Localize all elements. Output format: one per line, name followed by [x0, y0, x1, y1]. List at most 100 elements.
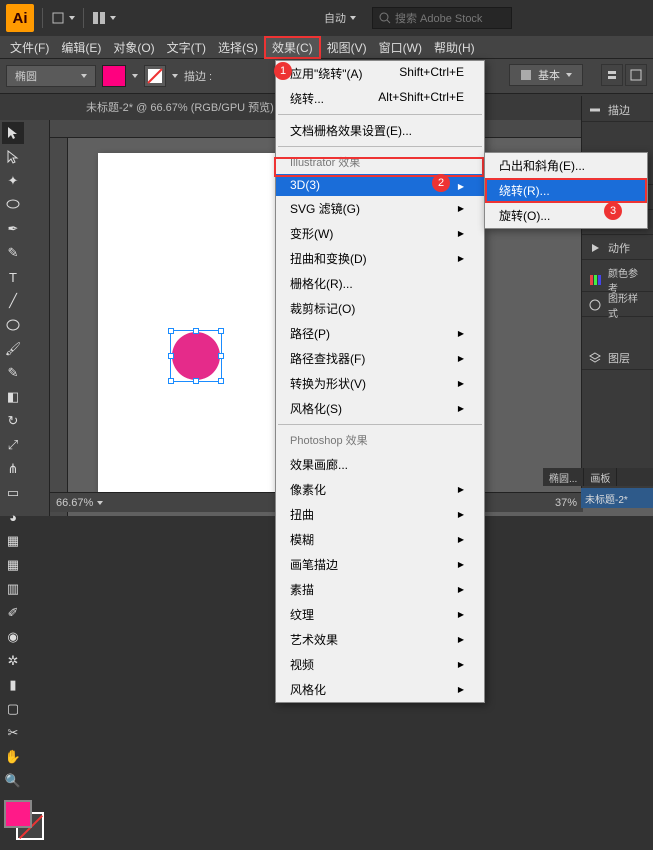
menu-apply-last[interactable]: 应用"绕转"(A)Shift+Ctrl+E — [276, 61, 484, 86]
zoom-dropdown-icon[interactable] — [97, 501, 103, 505]
shape-builder-tool[interactable]: ◕ — [2, 506, 24, 528]
arrange-dropdown[interactable] — [92, 11, 116, 25]
eyedropper-tool[interactable]: ✐ — [2, 602, 24, 624]
align-dropdown[interactable] — [601, 64, 623, 86]
eraser-tool[interactable]: ◧ — [2, 386, 24, 408]
mini-doc-tab[interactable]: 未标题-2* — [581, 488, 653, 508]
blend-tool[interactable]: ◉ — [2, 626, 24, 648]
ruler-vertical — [50, 138, 68, 516]
panel-stroke[interactable]: 描边 — [582, 98, 653, 122]
fill-dropdown-icon[interactable] — [132, 74, 138, 78]
symbol-sprayer-tool[interactable]: ✲ — [2, 650, 24, 672]
submenu-revolve[interactable]: 绕转(R)... — [485, 178, 647, 203]
menu-last-settings[interactable]: 绕转...Alt+Shift+Ctrl+E — [276, 86, 484, 111]
shape-name-dropdown[interactable]: 椭圆 — [6, 65, 96, 87]
menu-blur[interactable]: 模糊 — [276, 527, 484, 552]
menu-3d[interactable]: 3D(3) — [276, 174, 484, 196]
slice-tool[interactable]: ✂ — [2, 722, 24, 744]
mesh-tool[interactable]: ▦ — [2, 554, 24, 576]
rotate-tool[interactable]: ↻ — [2, 410, 24, 432]
menu-path[interactable]: 路径(P) — [276, 321, 484, 346]
menu-bar: 文件(F) 编辑(E) 对象(O) 文字(T) 选择(S) 效果(C) 视图(V… — [0, 36, 653, 58]
pen-tool[interactable]: ✒ — [2, 218, 24, 240]
menu-artistic[interactable]: 艺术效果 — [276, 627, 484, 652]
menu-stylize-ps[interactable]: 风格化 — [276, 677, 484, 702]
menu-pathfinder[interactable]: 路径查找器(F) — [276, 346, 484, 371]
menu-warp[interactable]: 变形(W) — [276, 221, 484, 246]
menu-select[interactable]: 选择(S) — [212, 36, 264, 59]
type-tool[interactable]: T — [2, 266, 24, 288]
gpu-auto-dropdown[interactable]: 自动 — [324, 10, 356, 26]
panel-layers[interactable]: 图层 — [582, 346, 653, 370]
menu-stylize[interactable]: 风格化(S) — [276, 396, 484, 421]
free-transform-tool[interactable]: ▭ — [2, 482, 24, 504]
menu-effect-gallery[interactable]: 效果画廊... — [276, 452, 484, 477]
handle-mr[interactable] — [218, 353, 224, 359]
hand-tool[interactable]: ✋ — [2, 746, 24, 768]
handle-tc[interactable] — [193, 328, 199, 334]
menu-edit[interactable]: 编辑(E) — [55, 36, 107, 59]
stroke-swatch[interactable] — [144, 65, 166, 87]
document-tab[interactable]: 未标题-2* @ 66.67% (RGB/GPU 预览) — [86, 99, 274, 115]
menu-distort[interactable]: 扭曲和变换(D) — [276, 246, 484, 271]
menu-help[interactable]: 帮助(H) — [428, 36, 481, 59]
magic-wand-tool[interactable]: ✦ — [2, 170, 24, 192]
shaper-tool[interactable]: ✎ — [2, 362, 24, 384]
fill-swatch[interactable] — [102, 65, 126, 87]
handle-tl[interactable] — [168, 328, 174, 334]
menu-brush-strokes[interactable]: 画笔描边 — [276, 552, 484, 577]
paintbrush-tool[interactable]: 🖌 — [2, 338, 24, 360]
selection-tool[interactable] — [2, 122, 24, 144]
panel-tab-shape[interactable]: 椭圆... — [543, 468, 584, 486]
menu-pixelate[interactable]: 像素化 — [276, 477, 484, 502]
graphic-style-dropdown[interactable]: 基本 — [509, 64, 583, 86]
lasso-tool[interactable] — [2, 194, 24, 216]
handle-bl[interactable] — [168, 378, 174, 384]
menu-video[interactable]: 视频 — [276, 652, 484, 677]
perspective-tool[interactable]: ▦ — [2, 530, 24, 552]
annotation-badge-1: 1 — [274, 62, 292, 80]
menu-crop-marks[interactable]: 裁剪标记(O) — [276, 296, 484, 321]
stock-search[interactable]: 搜索 Adobe Stock — [372, 7, 512, 29]
submenu-rotate[interactable]: 旋转(O)... — [485, 203, 647, 228]
workspace-dropdown[interactable] — [51, 11, 75, 25]
menu-window[interactable]: 窗口(W) — [373, 36, 428, 59]
submenu-extrude[interactable]: 凸出和斜角(E)... — [485, 153, 647, 178]
stroke-dropdown-icon[interactable] — [172, 74, 178, 78]
transform-dropdown[interactable] — [625, 64, 647, 86]
handle-br[interactable] — [218, 378, 224, 384]
menu-effect[interactable]: 效果(C) — [264, 36, 321, 59]
direct-selection-tool[interactable] — [2, 146, 24, 168]
fill-color[interactable] — [4, 800, 32, 828]
menu-convert-shape[interactable]: 转换为形状(V) — [276, 371, 484, 396]
zoom-level[interactable]: 66.67% — [56, 497, 93, 509]
handle-ml[interactable] — [168, 353, 174, 359]
ellipse-tool[interactable] — [2, 314, 24, 336]
curvature-tool[interactable]: ✎ — [2, 242, 24, 264]
artboard-tool[interactable]: ▢ — [2, 698, 24, 720]
menu-distort-ps[interactable]: 扭曲 — [276, 502, 484, 527]
column-graph-tool[interactable]: ▮ — [2, 674, 24, 696]
handle-bc[interactable] — [193, 378, 199, 384]
menu-view[interactable]: 视图(V) — [321, 36, 373, 59]
menu-rasterize[interactable]: 栅格化(R)... — [276, 271, 484, 296]
menu-object[interactable]: 对象(O) — [107, 36, 160, 59]
panel-color-guide[interactable]: 颜色参考 — [582, 268, 653, 292]
menu-svg-filter[interactable]: SVG 滤镜(G) — [276, 196, 484, 221]
gradient-tool[interactable]: ▥ — [2, 578, 24, 600]
menu-texture[interactable]: 纹理 — [276, 602, 484, 627]
fill-stroke-control[interactable] — [2, 800, 47, 850]
selected-ellipse[interactable] — [166, 326, 226, 386]
zoom-tool[interactable]: 🔍 — [2, 770, 24, 792]
menu-doc-raster[interactable]: 文档栅格效果设置(E)... — [276, 118, 484, 143]
panel-tab-artboard[interactable]: 画板 — [584, 468, 617, 486]
scale-tool[interactable]: ⤢ — [2, 434, 24, 456]
menu-sketch[interactable]: 素描 — [276, 577, 484, 602]
panel-graphic-styles[interactable]: 图形样式 — [582, 293, 653, 317]
menu-type[interactable]: 文字(T) — [161, 36, 212, 59]
width-tool[interactable]: ⋔ — [2, 458, 24, 480]
panel-action[interactable]: 动作 — [582, 236, 653, 260]
menu-file[interactable]: 文件(F) — [4, 36, 55, 59]
handle-tr[interactable] — [218, 328, 224, 334]
line-tool[interactable]: ╱ — [2, 290, 24, 312]
